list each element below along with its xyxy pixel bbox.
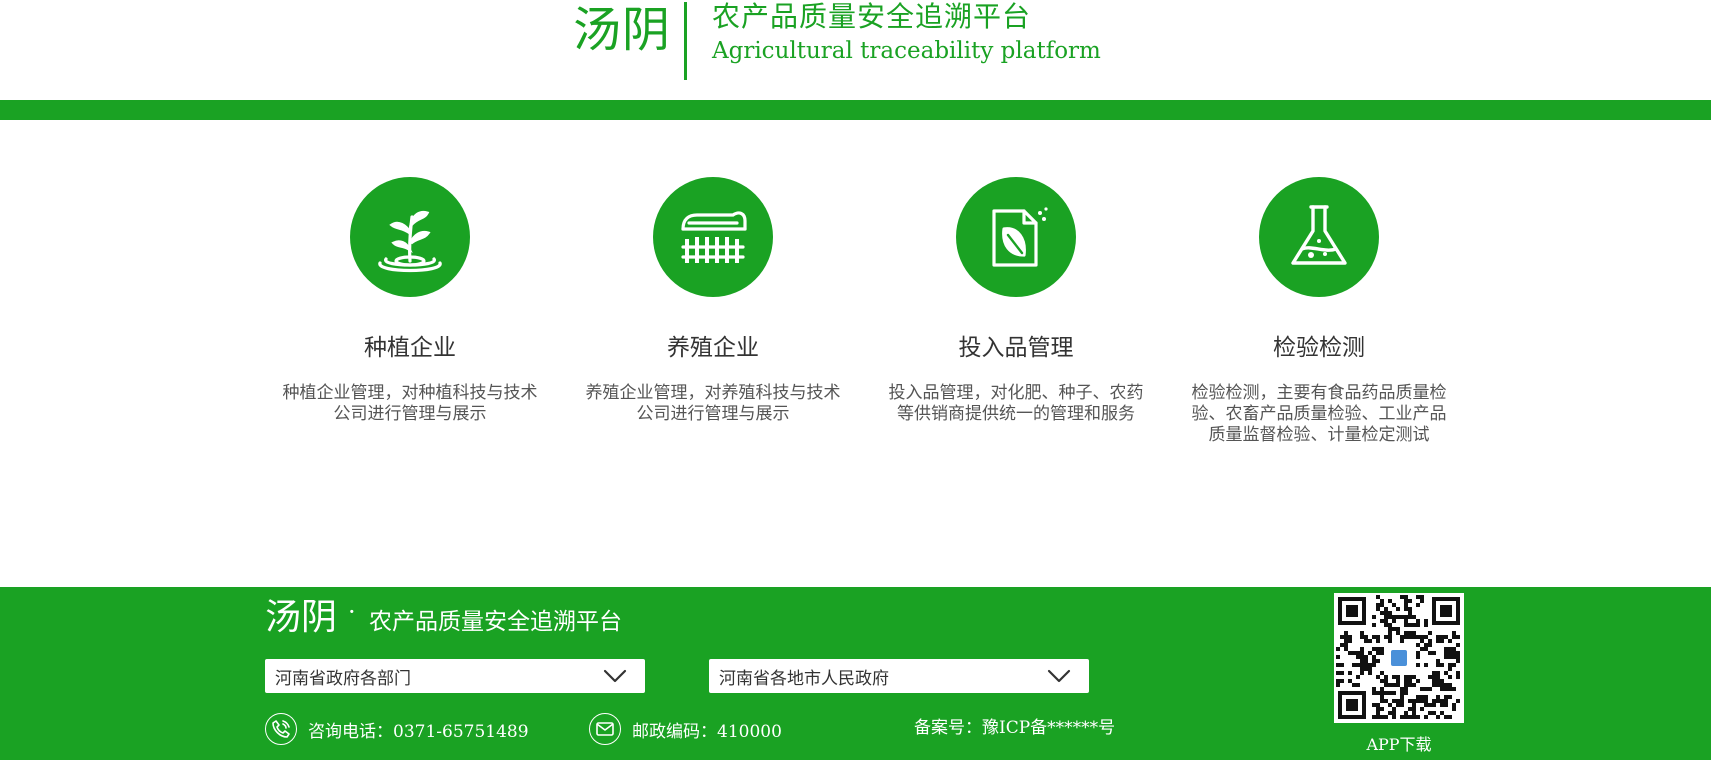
feature-inputs-circle[interactable] [956,177,1076,297]
icp-record-text: 备案号：豫ICP备******号 [914,718,1116,738]
barn-icon [681,211,747,263]
footer-brand-title: 农产品质量安全追溯平台 [369,609,622,635]
brand-title-en: Agricultural traceability platform [712,38,1101,64]
departments-select[interactable]: 河南省政府各部门 [265,659,645,693]
feature-testing-title: 检验检测 [1273,335,1365,361]
site-header: 汤阴 农产品质量安全追溯平台 Agricultural traceability… [0,0,1711,100]
footer-separator-dot: · [348,598,356,626]
leaf-document-icon [992,207,1048,267]
cities-select[interactable]: 河南省各地市人民政府 [709,659,1089,693]
feature-breeding-circle[interactable] [653,177,773,297]
brand-title-cn: 农产品质量安全追溯平台 [712,0,1032,33]
contact-phone-text: 咨询电话：0371-65751489 [308,721,529,742]
sprout-icon [378,210,442,273]
phone-icon [265,713,297,745]
chevron-down-icon [1047,669,1071,683]
header-green-bar [0,100,1711,120]
feature-breeding[interactable]: 养殖企业 养殖企业管理，对养殖科技与技术公司进行管理与展示 [583,177,843,425]
contact-postcode-text: 邮政编码：410000 [632,721,782,742]
features-section: 种植企业 种植企业管理，对种植科技与技术公司进行管理与展示 养殖企业 养殖企业管… [0,120,1711,587]
brand-divider [684,2,687,80]
feature-inputs-desc: 投入品管理，对化肥、种子、农药等供销商提供统一的管理和服务 [888,383,1144,424]
departments-select-value: 河南省政府各部门 [275,668,411,689]
feature-testing[interactable]: 检验检测 检验检测，主要有食品药品质量检验、农畜产品质量检验、工业产品质量监督检… [1189,177,1449,446]
feature-planting-circle[interactable] [350,177,470,297]
feature-planting-title: 种植企业 [364,335,456,361]
app-download-label[interactable]: APP下载 [1334,731,1464,755]
mail-icon [589,713,621,745]
cities-select-value: 河南省各地市人民政府 [719,668,889,689]
feature-testing-circle[interactable] [1259,177,1379,297]
feature-planting[interactable]: 种植企业 种植企业管理，对种植科技与技术公司进行管理与展示 [280,177,540,425]
site-footer: 汤阴 · 农产品质量安全追溯平台 河南省政府各部门 河南省各地市人民政府 咨询电… [0,587,1711,760]
feature-breeding-title: 养殖企业 [667,335,759,361]
feature-inputs[interactable]: 投入品管理 投入品管理，对化肥、种子、农药等供销商提供统一的管理和服务 [886,177,1146,425]
icp-record: 备案号：豫ICP备******号 [914,713,1115,738]
feature-inputs-title: 投入品管理 [958,335,1074,361]
chevron-down-icon [603,669,627,683]
flask-icon [1291,205,1347,265]
app-qr-code[interactable] [1334,593,1464,723]
feature-breeding-desc: 养殖企业管理，对养殖科技与技术公司进行管理与展示 [585,383,841,424]
feature-planting-desc: 种植企业管理，对种植科技与技术公司进行管理与展示 [282,383,538,424]
feature-testing-desc: 检验检测，主要有食品药品质量检验、农畜产品质量检验、工业产品质量监督检验、计量检… [1191,383,1447,445]
footer-brand-name: 汤阴 [265,597,338,638]
brand-name: 汤阴 [573,2,672,58]
contact-phone: 咨询电话：0371-65751489 [265,713,529,745]
contact-postcode: 邮政编码：410000 [589,713,782,745]
